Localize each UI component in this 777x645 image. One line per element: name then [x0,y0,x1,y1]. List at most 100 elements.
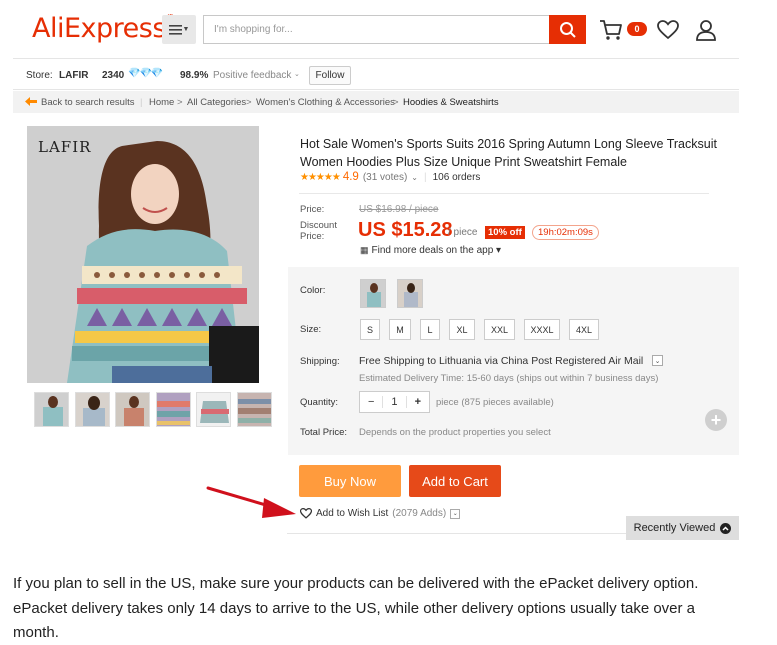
heart-icon [300,508,312,519]
search-input[interactable]: I'm shopping for... [203,15,549,44]
shipping-dropdown-icon[interactable]: ⌄ [652,355,663,366]
divider: | [424,171,427,183]
store-name-link[interactable]: LAFIR [59,70,88,81]
shipping-label: Shipping: [300,356,340,367]
rating-value: 4.9 [342,171,359,183]
thumbnail-image [197,393,230,426]
breadcrumb-home[interactable]: Home [149,97,174,108]
breadcrumb-all-categories[interactable]: All Categories [187,97,246,108]
thumbnail-image [116,393,149,426]
quantity-input[interactable]: 1 [382,396,407,408]
breadcrumb-sep: > [177,97,183,108]
recently-viewed-label: Recently Viewed [633,522,716,534]
total-price-info: Depends on the product properties you se… [359,427,551,438]
countdown-timer: 19h:02m:09s [532,225,599,240]
price-unit: / piece [448,227,478,238]
thumbnail-image [238,393,271,426]
votes-link[interactable]: (31 votes) [363,172,407,183]
size-option-xl[interactable]: XL [449,319,475,340]
dropdown-caret-icon: ▼ [182,26,190,33]
breadcrumb-hoodies[interactable]: Hoodies & Sweatshirts [403,97,499,108]
app-deals-link[interactable]: ▦ Find more deals on the app ▾ [360,245,501,256]
product-title: Hot Sale Women's Sports Suits 2016 Sprin… [300,137,717,169]
thumbnail-image [157,393,190,426]
app-deals-text: Find more deals on the app ▾ [371,245,502,256]
diamond-rating-icon: 💎💎💎 [128,68,163,79]
cart-icon [600,20,622,40]
size-option-xxl[interactable]: XXL [484,319,515,340]
brand-watermark: LAFIR [38,138,92,156]
original-price: US $16.98 / piece [359,204,439,215]
discount-badge: 10% off [485,226,525,239]
thumbnail-image [76,393,109,426]
account-button[interactable] [694,17,718,43]
wishlist-count: (2079 Adds) [392,508,447,519]
logo-text: AliExpress [32,13,166,44]
quantity-increase-button[interactable]: + [407,396,429,408]
thumbnail[interactable] [115,392,150,427]
swatch-image [398,280,422,307]
color-label: Color: [300,285,326,296]
product-main-image[interactable] [27,126,259,383]
discount-price-label-2: Price: [300,231,325,242]
back-arrow-icon [25,97,37,106]
aliexpress-logo[interactable]: AliExpress™ [32,13,174,44]
quantity-decrease-button[interactable]: − [360,396,382,408]
product-photo [27,126,259,383]
breadcrumb-sep: > [393,97,399,108]
current-price: US $15.28 [358,219,453,241]
add-to-wishlist[interactable]: Add to Wish List (2079 Adds) ⌄ [300,508,461,519]
breadcrumb-sep: > [246,97,252,108]
feedback-label[interactable]: Positive feedback [213,70,291,81]
search-button[interactable] [549,15,586,44]
rating-row: ★★★★★ 4.9 (31 votes) ⌄ | 106 orders [300,171,480,183]
thumbnail[interactable] [237,392,272,427]
qr-code-icon: ▦ [360,245,369,255]
estimated-delivery: Estimated Delivery Time: 15-60 days (shi… [359,373,659,384]
follow-button[interactable]: Follow [309,66,351,85]
breadcrumb-divider: | [140,97,143,108]
thumbnail[interactable] [196,392,231,427]
size-option-s[interactable]: S [360,319,380,340]
size-option-xxxl[interactable]: XXXL [524,319,560,340]
breadcrumb-womens-clothing[interactable]: Women's Clothing & Accessories [256,97,395,108]
color-swatch[interactable] [397,279,423,308]
feedback-percent: 98.9% [180,70,209,81]
divider [299,193,709,194]
recently-viewed-button[interactable]: Recently Viewed [626,516,739,540]
chevron-down-icon[interactable]: ⌄ [450,508,461,519]
price-label: Price: [300,204,325,215]
add-to-cart-button[interactable]: Add to Cart [409,465,501,497]
hamburger-icon [168,24,182,35]
thumbnail[interactable] [34,392,69,427]
size-option-4xl[interactable]: 4XL [569,319,599,340]
stock-info: piece (875 pieces available) [436,397,554,408]
size-label: Size: [300,324,322,335]
chevron-down-icon[interactable]: ⌄ [411,173,418,182]
cart-button[interactable] [598,17,624,43]
red-arrow-annotation [206,486,296,518]
quantity-stepper[interactable]: − 1 + [359,391,430,413]
heart-icon [657,20,679,40]
categories-menu-button[interactable]: ▼ [162,15,196,44]
thumbnail[interactable] [75,392,110,427]
orders-count: 106 orders [432,171,481,183]
search-icon [559,21,576,38]
total-price-label: Total Price: [300,427,347,438]
color-swatch[interactable] [360,279,386,308]
discount-price-label: Discount [300,220,337,231]
chevron-up-icon [720,522,732,534]
wishlist-button[interactable] [656,18,680,42]
store-score: 2340 [102,70,125,81]
thumbnail[interactable] [156,392,191,427]
swatch-image [361,280,385,307]
plus-circle-icon[interactable]: + [705,409,727,431]
quantity-label: Quantity: [300,397,339,408]
size-option-l[interactable]: L [420,319,440,340]
chevron-down-icon[interactable]: ⌄ [294,70,300,78]
shipping-method[interactable]: Free Shipping to Lithuania via China Pos… [359,355,643,367]
buy-now-button[interactable]: Buy Now [299,465,401,497]
cart-count-badge: 0 [627,22,647,36]
back-to-search-link[interactable]: Back to search results [41,97,134,108]
size-option-m[interactable]: M [389,319,411,340]
